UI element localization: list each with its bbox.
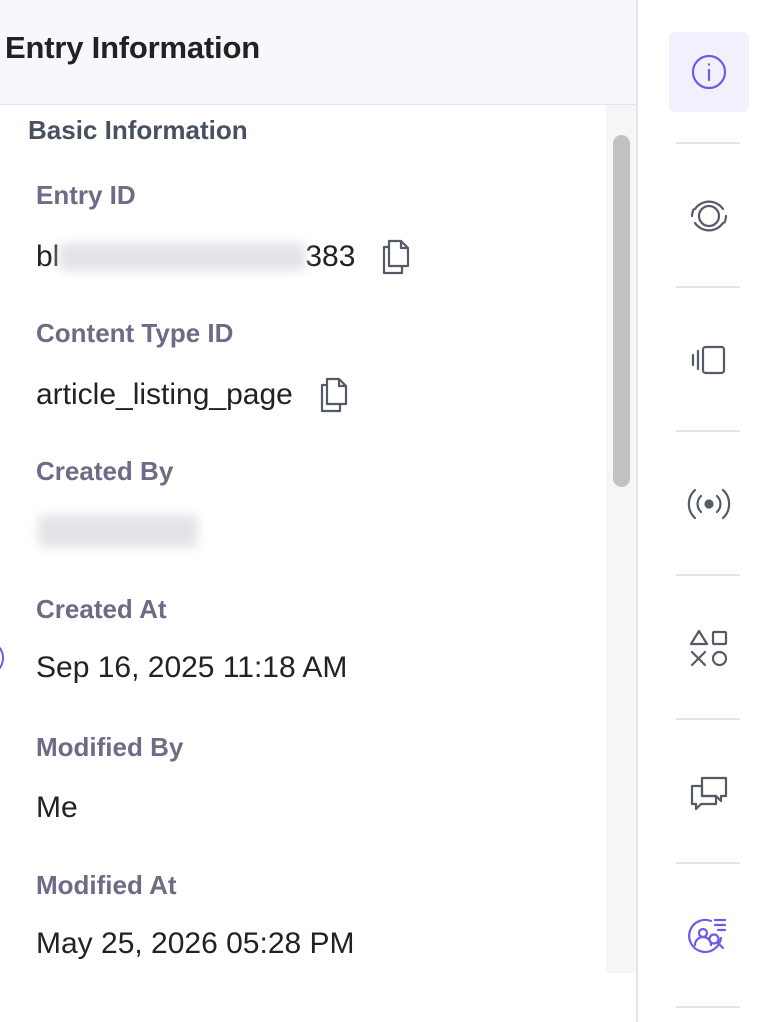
rail-separator xyxy=(676,862,740,864)
rail-separator xyxy=(676,142,740,144)
rail-comments-button[interactable] xyxy=(669,752,749,832)
rail-device-preview-button[interactable] xyxy=(669,320,749,400)
entry-id-value: bl 383 xyxy=(36,235,413,279)
section-title: Basic Information xyxy=(28,115,248,145)
created-at-label: Created At xyxy=(36,594,167,624)
rail-shapes-button[interactable] xyxy=(669,608,749,688)
entry-information-panel: Entry Information Basic Information Entr… xyxy=(0,0,636,1022)
content-type-id-label: Content Type ID xyxy=(36,318,234,348)
rail-separator xyxy=(676,1006,740,1008)
created-by-label: Created By xyxy=(36,456,174,486)
copy-icon xyxy=(383,239,410,275)
comments-icon xyxy=(690,776,728,811)
content-type-id-row: article_listing_page xyxy=(36,373,351,417)
content-type-id-value: article_listing_page xyxy=(36,378,293,411)
sidebar-rail xyxy=(638,0,768,1022)
created-at-value: Sep 16, 2025 11:18 AM xyxy=(36,651,348,684)
broadcast-icon xyxy=(687,488,731,520)
panel-header: Entry Information xyxy=(0,0,636,105)
redacted-entry-id xyxy=(59,243,306,271)
panel-body[interactable]: Basic Information Entry ID bl 383 Conten… xyxy=(0,105,636,973)
entry-id-suffix: 383 xyxy=(305,240,356,273)
modified-by-label: Modified By xyxy=(36,732,184,762)
copy-content-type-id-button[interactable] xyxy=(317,376,351,414)
copy-entry-id-button[interactable] xyxy=(379,238,413,276)
entry-id-label: Entry ID xyxy=(36,180,136,210)
info-icon xyxy=(691,54,727,90)
modified-by-value: Me xyxy=(36,791,78,824)
shapes-icon xyxy=(689,629,728,667)
rail-target-button[interactable] xyxy=(669,176,749,256)
target-icon xyxy=(690,200,728,232)
entry-id-prefix: bl xyxy=(36,240,60,273)
redacted-created-by xyxy=(38,515,198,547)
device-preview-icon xyxy=(691,345,726,375)
copy-icon xyxy=(320,377,347,413)
rail-ai-assistant-button[interactable] xyxy=(669,896,749,976)
panel-footer xyxy=(0,973,636,1022)
rail-separator xyxy=(676,430,740,432)
modified-at-label: Modified At xyxy=(36,870,177,900)
scrollbar-thumb[interactable] xyxy=(613,135,630,487)
ai-assistant-icon xyxy=(688,918,727,953)
panel-title: Entry Information xyxy=(5,30,260,65)
rail-separator xyxy=(676,718,740,720)
rail-separator xyxy=(676,574,740,576)
rail-separator xyxy=(676,286,740,288)
modified-at-value: May 25, 2026 05:28 PM xyxy=(36,927,355,960)
rail-broadcast-button[interactable] xyxy=(669,464,749,544)
rail-info-button[interactable] xyxy=(669,32,749,112)
